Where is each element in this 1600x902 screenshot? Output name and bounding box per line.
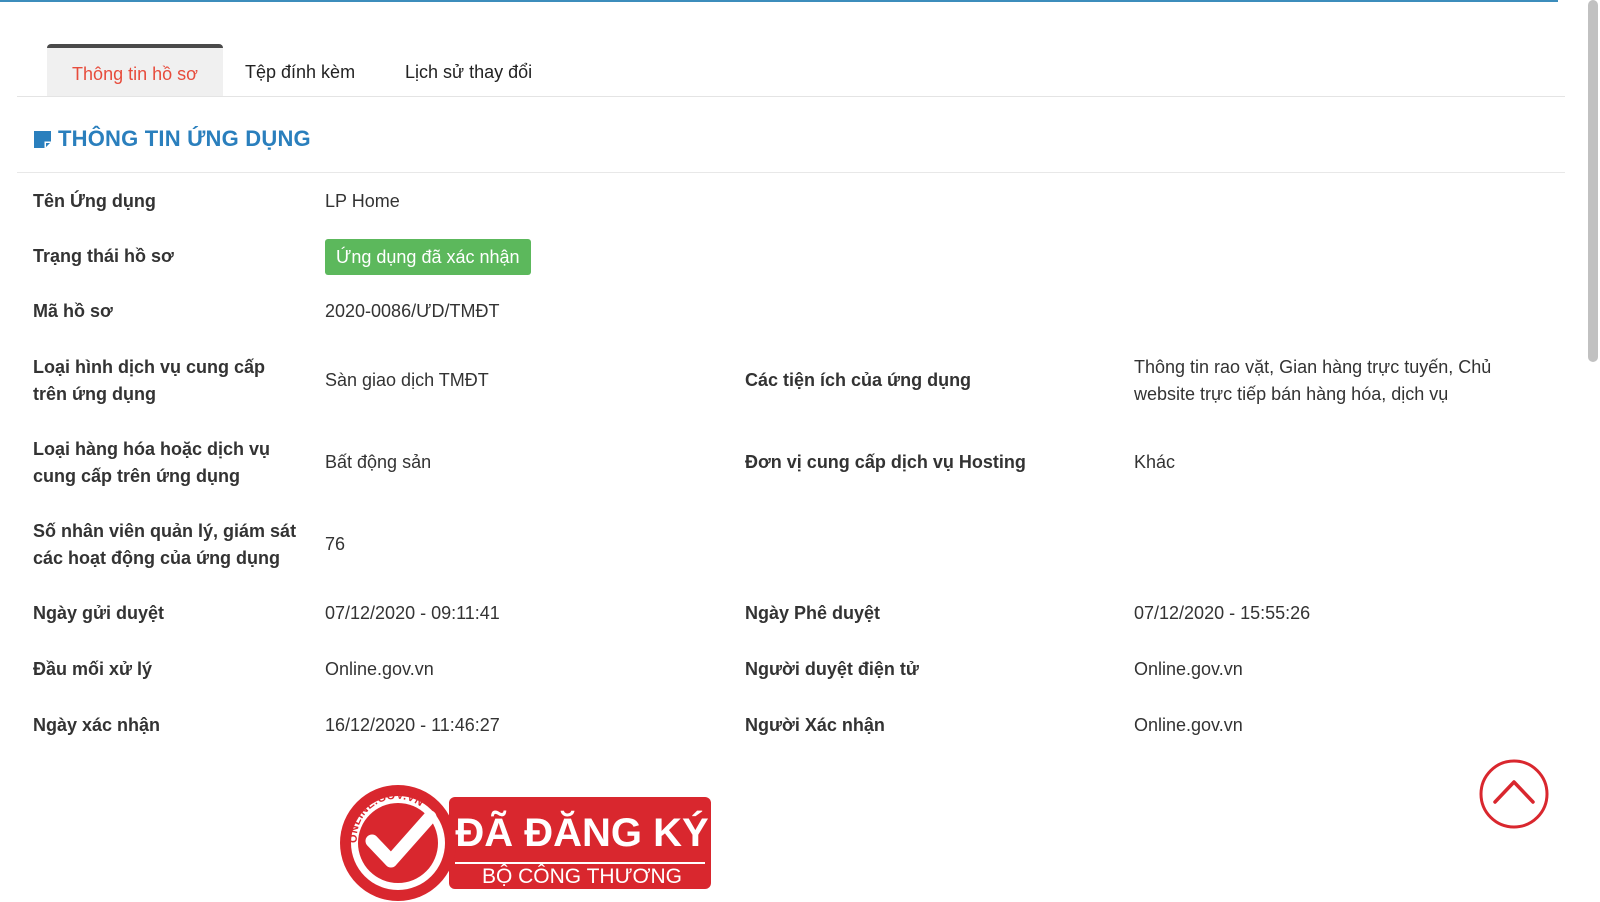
label-features: Các tiện ích của ứng dụng xyxy=(745,370,972,390)
status-badge: Ứng dụng đã xác nhận xyxy=(325,239,531,275)
value-approve-date: 07/12/2020 - 15:55:26 xyxy=(1134,603,1311,623)
section-divider xyxy=(17,172,1565,173)
label-code: Mã hồ sơ xyxy=(33,301,113,321)
value-e-approver: Online.gov.vn xyxy=(1134,659,1243,679)
tab-thong-tin-ho-so[interactable]: Thông tin hồ sơ xyxy=(47,44,223,96)
value-handler: Online.gov.vn xyxy=(325,659,434,679)
tab-bar: Thông tin hồ sơ Tệp đính kèm Lịch sử tha… xyxy=(17,44,1565,97)
label-goods-type: Loại hàng hóa hoặc dịch vụ cung cấp trên… xyxy=(33,439,271,486)
section-title: THÔNG TIN ỨNG DỤNG xyxy=(58,126,311,151)
label-submit-date: Ngày gửi duyệt xyxy=(33,603,165,623)
value-service-type: Sàn giao dịch TMĐT xyxy=(325,370,489,390)
label-confirm-date: Ngày xác nhận xyxy=(33,715,161,735)
scrollbar[interactable] xyxy=(1558,0,1600,902)
registered-seal-logo[interactable]: ONLINE.GOV.VN ĐÃ ĐĂNG KÝ BỘ CÔNG THƯƠNG xyxy=(338,783,718,901)
tab-lich-su-thay-doi[interactable]: Lịch sử thay đổi xyxy=(405,44,532,96)
label-staff: Số nhân viên quản lý, giám sát các hoạt … xyxy=(33,521,297,568)
edit-note-icon xyxy=(34,130,51,148)
value-goods-type: Bất động sản xyxy=(325,452,432,472)
value-confirmer: Online.gov.vn xyxy=(1134,715,1243,735)
scrollbar-thumb[interactable] xyxy=(1588,0,1598,362)
label-e-approver: Người duyệt điện tử xyxy=(745,659,919,679)
label-status: Trạng thái hồ sơ xyxy=(33,246,174,266)
value-hosting: Khác xyxy=(1134,452,1176,472)
label-confirmer: Người Xác nhận xyxy=(745,715,885,735)
value-code: 2020-0086/ƯD/TMĐT xyxy=(325,301,500,321)
seal-title: ĐÃ ĐĂNG KÝ xyxy=(455,809,709,855)
label-handler: Đầu mối xử lý xyxy=(33,659,153,679)
value-app-name: LP Home xyxy=(325,191,400,211)
tab-tep-dinh-kem[interactable]: Tệp đính kèm xyxy=(245,44,355,96)
seal-subtitle: BỘ CÔNG THƯƠNG xyxy=(482,865,682,888)
top-border xyxy=(0,0,1558,2)
value-submit-date: 07/12/2020 - 09:11:41 xyxy=(325,603,500,623)
value-staff: 76 xyxy=(325,534,346,554)
label-approve-date: Ngày Phê duyệt xyxy=(745,603,881,623)
label-app-name: Tên Ứng dụng xyxy=(33,191,156,211)
value-features: Thông tin rao vặt, Gian hàng trực tuyến,… xyxy=(1134,357,1492,404)
back-to-top-button[interactable] xyxy=(1478,758,1550,830)
label-hosting: Đơn vị cung cấp dịch vụ Hosting xyxy=(745,452,1026,472)
label-service-type: Loại hình dịch vụ cung cấp trên ứng dụng xyxy=(33,357,266,404)
value-confirm-date: 16/12/2020 - 11:46:27 xyxy=(325,715,500,735)
section-header: THÔNG TIN ỨNG DỤNG xyxy=(33,124,311,154)
